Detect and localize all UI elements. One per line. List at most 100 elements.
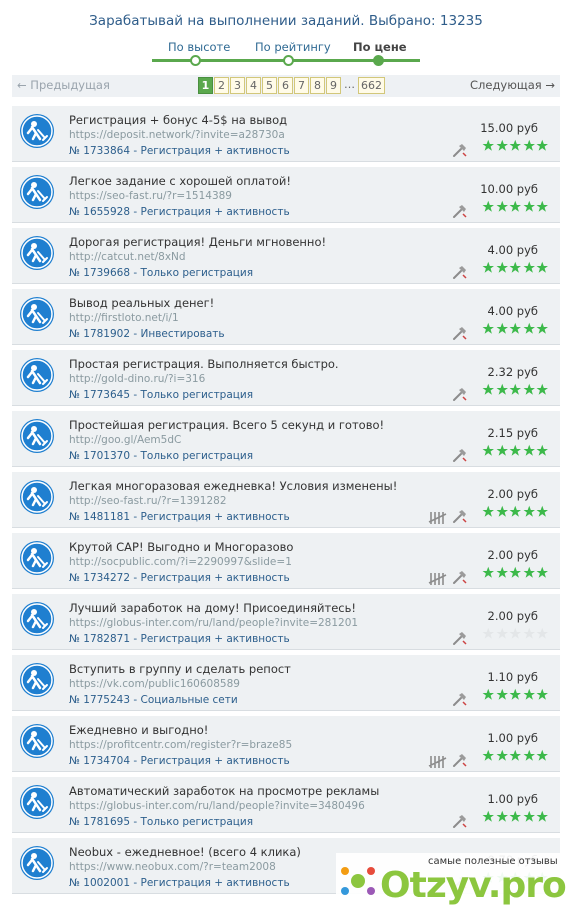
task-price: 1.10 руб [487,670,538,684]
rating-stars [482,564,548,578]
rating-stars [482,320,548,334]
page-number-button[interactable]: 9 [326,77,341,94]
star-icon [536,747,549,761]
prev-page-link[interactable]: ← Предыдущая [17,78,110,92]
task-meta: № 1773645 - Только регистрация [69,389,254,401]
worker-icon [19,601,55,637]
task-title-link[interactable]: Регистрация + бонус 4-5$ на вывод [69,113,287,127]
star-icon [536,564,549,578]
star-icon [509,808,522,822]
star-icon [523,564,536,578]
task-row[interactable]: Вступить в группу и сделать репост https:… [12,655,560,711]
hammer-icon[interactable] [452,569,468,585]
sort-by-price[interactable]: По цене [353,40,407,54]
task-title-link[interactable]: Простая регистрация. Выполняется быстро. [69,357,339,371]
page-number-button[interactable]: 5 [262,77,277,94]
hammer-icon[interactable] [452,203,468,219]
hammer-icon[interactable] [452,386,468,402]
hammer-icon[interactable] [452,813,468,829]
task-title-link[interactable]: Простейшая регистрация. Всего 5 секунд и… [69,418,384,432]
sort-by-height[interactable]: По высоте [168,40,230,54]
task-title-link[interactable]: Вывод реальных денег! [69,296,214,310]
hammer-icon[interactable] [452,325,468,341]
task-title-link[interactable]: Ежедневно и выгодно! [69,723,208,737]
task-meta: № 1734704 - Регистрация + активность [69,755,290,767]
hammer-icon[interactable] [452,447,468,463]
star-icon [509,747,522,761]
star-icon [536,259,549,273]
task-row[interactable]: Дорогая регистрация! Деньги мгновенно! ht… [12,228,560,284]
task-row[interactable]: Легкое задание с хорошей оплатой! https:/… [12,167,560,223]
star-icon [523,442,536,456]
rating-stars [482,686,548,700]
hammer-icon[interactable] [452,752,468,768]
otzyv-logo-icon [341,867,375,895]
page-number-button[interactable]: 1 [198,77,213,94]
sort-dot-rating[interactable] [283,55,294,66]
star-icon [509,625,522,639]
sort-by-rating[interactable]: По рейтингу [255,40,331,54]
page-number-button[interactable]: 4 [246,77,261,94]
task-row[interactable]: Легкая многоразовая ежедневка! Условия и… [12,472,560,528]
star-icon [482,259,495,273]
hammer-icon[interactable] [452,142,468,158]
tally-icon [428,571,448,585]
hammer-icon[interactable] [452,508,468,524]
page-number-button[interactable]: 7 [294,77,309,94]
sort-dot-height[interactable] [190,55,201,66]
task-title-link[interactable]: Автоматический заработок на просмотре ре… [69,784,379,798]
page-number-button[interactable]: 662 [358,77,385,94]
task-row[interactable]: Вывод реальных денег! http://firstloto.ne… [12,289,560,345]
task-url: http://socpublic.com/?i=2290997&slide=1 [69,556,292,568]
task-title-link[interactable]: Neobux - ежедневное! (всего 4 клика) [69,845,301,859]
page-number-button[interactable]: 3 [230,77,245,94]
task-row[interactable]: Простейшая регистрация. Всего 5 секунд и… [12,411,560,467]
task-price: 1.00 руб [487,731,538,745]
task-row[interactable]: Автоматический заработок на просмотре ре… [12,777,560,833]
star-icon [536,503,549,517]
star-icon [482,747,495,761]
pagination: ← Предыдущая 1 2 3 4 5 6 7 8 9… 662 Следующая → [12,75,560,97]
task-row[interactable]: Простая регистрация. Выполняется быстро.… [12,350,560,406]
task-row[interactable]: Регистрация + бонус 4-5$ на вывод https:/… [12,106,560,162]
star-icon [536,625,549,639]
star-icon [536,381,549,395]
star-icon [509,442,522,456]
page-number-button[interactable]: 2 [214,77,229,94]
task-title-link[interactable]: Дорогая регистрация! Деньги мгновенно! [69,235,326,249]
star-icon [536,137,549,151]
task-title-link[interactable]: Вступить в группу и сделать репост [69,662,291,676]
star-icon [496,320,509,334]
sort-dot-price[interactable] [373,55,384,66]
page-number-button[interactable]: 6 [278,77,293,94]
rating-stars [482,198,548,212]
tally-icon [428,510,448,524]
star-icon [523,320,536,334]
task-url: https://globus-inter.com/ru/land/people?… [69,800,365,812]
hammer-icon[interactable] [452,691,468,707]
task-meta: № 1739668 - Только регистрация [69,267,254,279]
task-price: 10.00 руб [480,182,538,196]
page-ellipsis: … [344,78,355,91]
next-page-link[interactable]: Следующая → [470,78,555,92]
hammer-icon[interactable] [452,630,468,646]
star-icon [509,259,522,273]
task-title-link[interactable]: Крутой САР! Выгодно и Многоразово [69,540,293,554]
page-number-button[interactable]: 8 [310,77,325,94]
star-icon [482,808,495,822]
task-title-link[interactable]: Легкая многоразовая ежедневка! Условия и… [69,479,397,493]
star-icon [482,686,495,700]
task-url: https://www.neobux.com/?r=team2008 [69,861,276,873]
worker-icon [19,662,55,698]
task-title-link[interactable]: Лучший заработок на дому! Присоединяйтес… [69,601,356,615]
star-icon [482,198,495,212]
worker-icon [19,357,55,393]
task-row[interactable]: Крутой САР! Выгодно и Многоразово http://… [12,533,560,589]
task-row[interactable]: Лучший заработок на дому! Присоединяйтес… [12,594,560,650]
task-url: http://firstloto.net/i/1 [69,312,179,324]
star-icon [509,198,522,212]
task-title-link[interactable]: Легкое задание с хорошей оплатой! [69,174,291,188]
task-url: http://catcut.net/8xNd [69,251,186,263]
task-row[interactable]: Ежедневно и выгодно! https://profitcentr.… [12,716,560,772]
hammer-icon[interactable] [452,264,468,280]
